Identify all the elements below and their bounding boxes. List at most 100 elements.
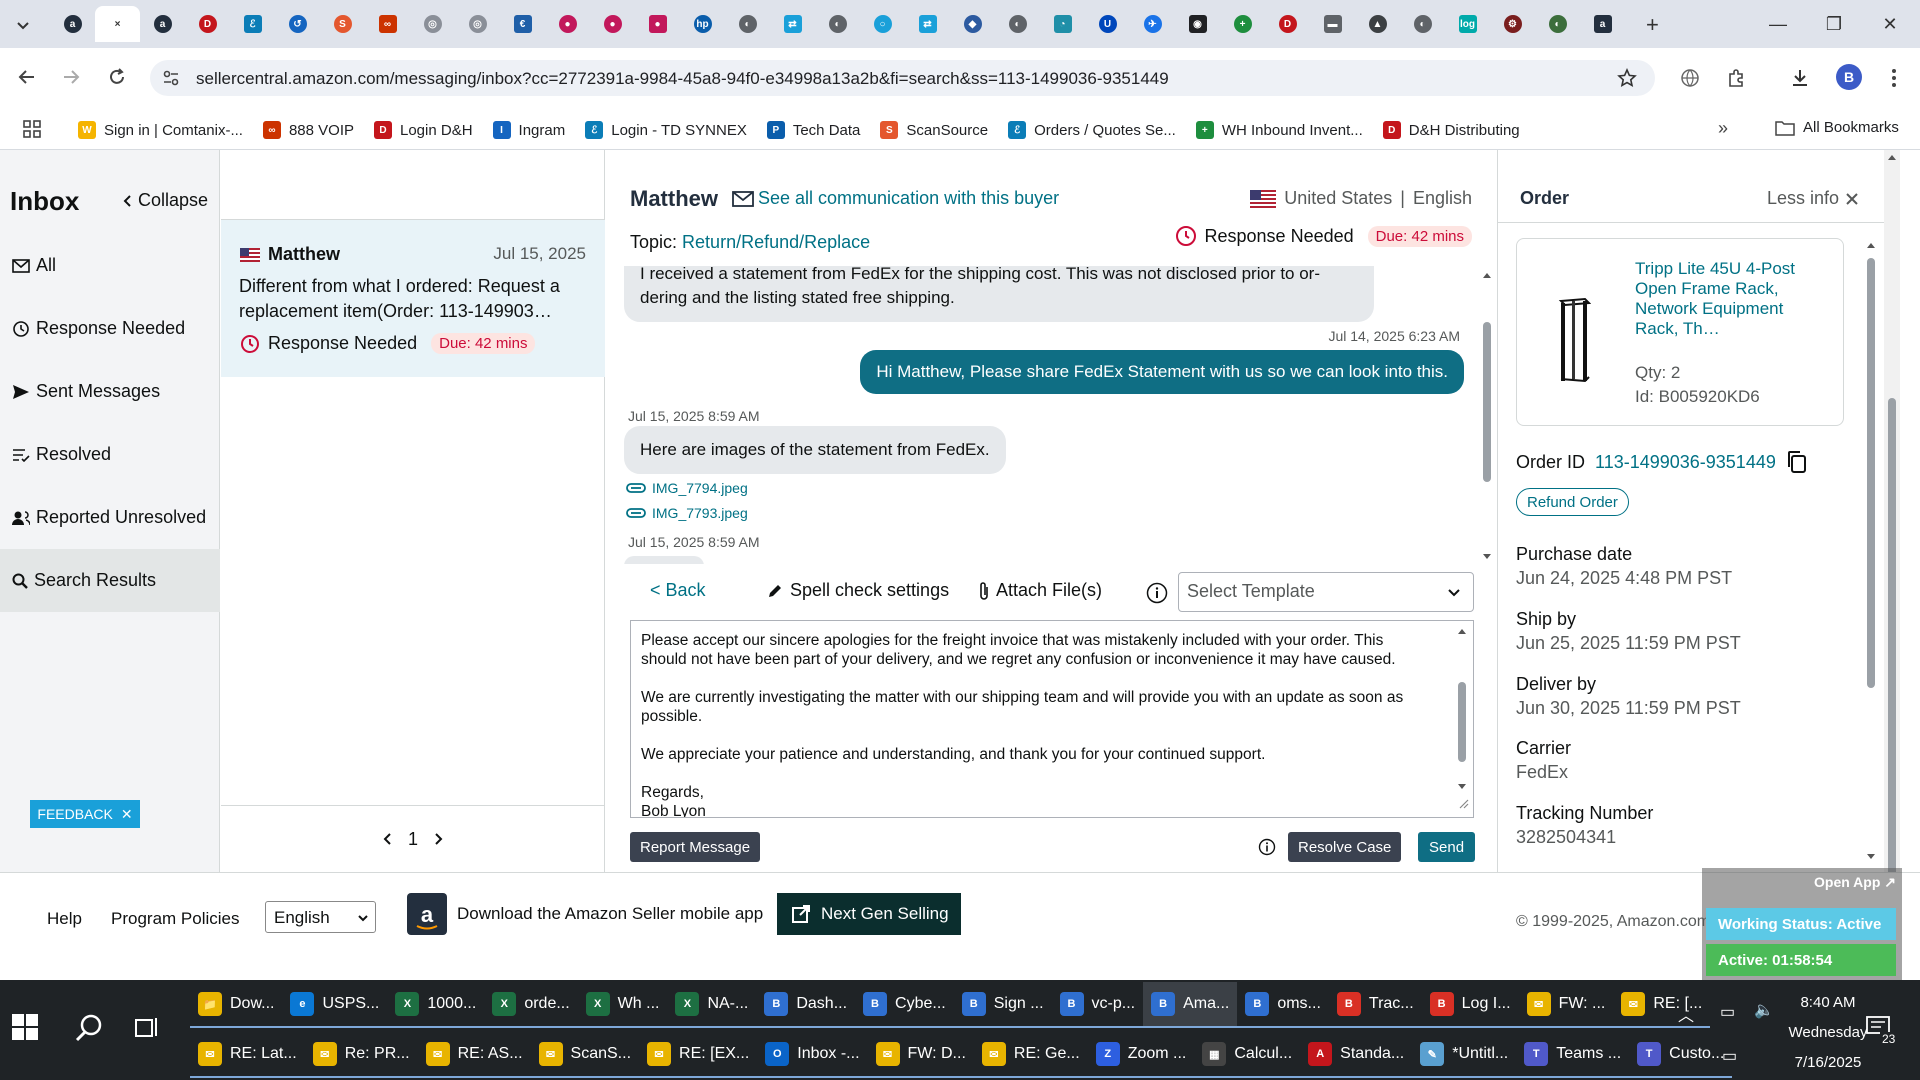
bookmark-item[interactable]: ∞ 888 VOIP [262, 121, 354, 139]
taskbar-app-button[interactable]: Bvc-p... [1051, 982, 1144, 1028]
minimize-button[interactable]: — [1754, 8, 1802, 40]
browser-tab[interactable]: ↺ [275, 6, 320, 42]
back-to-list-button[interactable]: < Back [650, 580, 706, 601]
see-all-communication-link[interactable]: See all communication with this buyer [732, 188, 1059, 209]
taskbar-app-button[interactable]: B Ama... [1143, 982, 1238, 1028]
battery-icon[interactable]: ▭ [1720, 1002, 1735, 1022]
inbox-folder-sent-messages[interactable]: Sent Messages [0, 360, 220, 423]
taskbar-app-button[interactable]: T Custo... [1629, 1032, 1733, 1078]
browser-tab[interactable]: ◐ [1400, 6, 1445, 42]
browser-tab[interactable]: hp [680, 6, 725, 42]
bookmark-item[interactable]: ℰ Orders / Quotes Se... [1008, 121, 1176, 139]
bookmark-item[interactable]: P Tech Data [766, 121, 860, 139]
thread-scrollbar[interactable] [1480, 266, 1494, 714]
language-select[interactable]: English [265, 901, 376, 933]
taskbar-app-button[interactable]: ✉ RE: Lat... [190, 1032, 305, 1078]
browser-tab[interactable]: ● [545, 6, 590, 42]
prev-page-button[interactable] [382, 832, 392, 846]
all-bookmarks-button[interactable]: All Bookmarks [1775, 119, 1899, 136]
taskbar-app-button[interactable]: A Standa... [1300, 1032, 1413, 1078]
inbox-folder-response-needed[interactable]: Response Needed [0, 297, 220, 360]
taskbar-app-button[interactable]: ✉ RE: Ge... [973, 1032, 1088, 1078]
bookmark-item[interactable]: D Login D&H [374, 121, 473, 139]
bookmark-item[interactable]: W Sign in | Comtanix-... [78, 121, 243, 139]
translate-icon[interactable] [1676, 64, 1704, 92]
download-icon[interactable] [1786, 64, 1814, 92]
browser-tab[interactable]: S [320, 6, 365, 42]
taskbar-app-button[interactable]: B Log I... [1421, 982, 1519, 1028]
template-select[interactable]: Select Template [1178, 572, 1474, 612]
browser-menu-icon[interactable] [1880, 64, 1908, 92]
collapse-button[interactable]: Collapse [122, 190, 208, 211]
product-image[interactable] [1557, 295, 1591, 385]
extensions-icon[interactable] [1722, 64, 1750, 92]
inbox-folder-all[interactable]: All [0, 234, 220, 297]
browser-tab[interactable]: a [140, 6, 185, 42]
tab-search-button[interactable] [10, 12, 36, 38]
order-id-link[interactable]: 113-1499036-9351449 [1595, 452, 1776, 473]
browser-tab[interactable]: ○ [860, 6, 905, 42]
help-link[interactable]: Help [47, 909, 82, 929]
taskbar-app-button[interactable]: ▦ Calcul... [1194, 1032, 1301, 1078]
browser-tab[interactable]: ℰ [230, 6, 275, 42]
browser-tab[interactable]: ∞ [365, 6, 410, 42]
feedback-tab[interactable]: FEEDBACK ✕ [30, 800, 140, 828]
taskbar-app-button[interactable]: e USPS... [282, 982, 388, 1028]
bookmark-star-icon[interactable] [1617, 68, 1637, 88]
refund-order-button[interactable]: Refund Order [1516, 488, 1629, 516]
browser-tab[interactable]: ◐ [995, 6, 1040, 42]
browser-tab[interactable]: a [1580, 6, 1625, 42]
taskbar-app-button[interactable]: Z Zoom ... [1087, 1032, 1195, 1078]
taskbar-app-button[interactable]: ✉ RE: [EX... [639, 1032, 758, 1078]
spell-check-button[interactable]: Spell check settings [766, 580, 949, 601]
inbox-folder-search-results[interactable]: Search Results [0, 549, 220, 612]
taskbar-app-button[interactable]: B Dash... [756, 982, 856, 1028]
taskbar-app-button[interactable]: ✉ ScanS... [530, 1032, 640, 1078]
browser-tab[interactable]: ⚙ [1490, 6, 1535, 42]
attachment-link[interactable]: IMG_7793.jpeg [626, 505, 748, 521]
address-bar[interactable]: sellercentral.amazon.com/messaging/inbox… [150, 60, 1655, 96]
taskbar-app-button[interactable]: T Teams ... [1516, 1032, 1630, 1078]
taskbar-app-button[interactable]: X Wh ... [577, 982, 668, 1028]
next-gen-selling-button[interactable]: Next Gen Selling [777, 893, 961, 935]
start-button[interactable] [12, 1014, 38, 1040]
taskbar-app-button[interactable]: X 1000... [387, 982, 485, 1028]
apps-grid-icon[interactable] [22, 119, 42, 139]
info-icon[interactable] [1146, 582, 1168, 604]
browser-tab-active[interactable]: × [95, 6, 140, 42]
restore-button[interactable]: ❐ [1810, 8, 1858, 40]
browser-tab[interactable]: D [1265, 6, 1310, 42]
notification-center[interactable]: 23 [1866, 1016, 1898, 1046]
less-info-button[interactable]: Less info [1767, 188, 1859, 209]
bookmark-item[interactable]: I Ingram [492, 121, 565, 139]
taskbar-app-button[interactable]: ✉ RE: [... [1613, 982, 1711, 1028]
next-page-button[interactable] [434, 832, 444, 846]
site-info-icon[interactable] [162, 69, 180, 87]
topic-link[interactable]: Return/Refund/Replace [682, 232, 870, 252]
resolve-case-button[interactable]: Resolve Case [1288, 832, 1402, 862]
taskbar-app-button[interactable]: O Inbox -... [757, 1032, 868, 1078]
product-title-link[interactable]: Tripp Lite 45U 4-Post Open Frame Rack, N… [1635, 259, 1830, 339]
taskbar-app-button[interactable]: Xorde... [484, 982, 578, 1028]
taskbar-app-button[interactable]: ✉ RE: AS... [417, 1032, 531, 1078]
seller-app-promo[interactable]: a Download the Amazon Seller mobile app [407, 893, 763, 935]
url-text[interactable]: sellercentral.amazon.com/messaging/inbox… [196, 69, 1169, 89]
taskbar-app-button[interactable]: B Sign ... [953, 982, 1052, 1028]
browser-tab[interactable]: U [1085, 6, 1130, 42]
taskbar-app-button[interactable]: Boms... [1237, 982, 1329, 1028]
taskbar-app-button[interactable]: B Cybe... [855, 982, 954, 1028]
browser-tab[interactable]: a [50, 6, 95, 42]
reload-button[interactable] [102, 62, 132, 92]
copy-icon[interactable] [1786, 450, 1808, 474]
browser-tab[interactable]: D [185, 6, 230, 42]
browser-tab[interactable]: ▲ [1355, 6, 1400, 42]
browser-tab[interactable]: ◐ [1535, 6, 1580, 42]
inbox-folder-resolved[interactable]: Resolved [0, 423, 220, 486]
reply-textarea[interactable]: Please accept our sincere apologies for … [630, 620, 1474, 818]
send-button[interactable]: Send [1418, 832, 1476, 862]
close-window-button[interactable]: ✕ [1866, 8, 1914, 40]
browser-tab[interactable]: ● [590, 6, 635, 42]
browser-tab[interactable]: ⇄ [905, 6, 950, 42]
taskbar-app-button[interactable]: B Trac... [1328, 982, 1422, 1028]
back-button[interactable] [12, 62, 42, 92]
